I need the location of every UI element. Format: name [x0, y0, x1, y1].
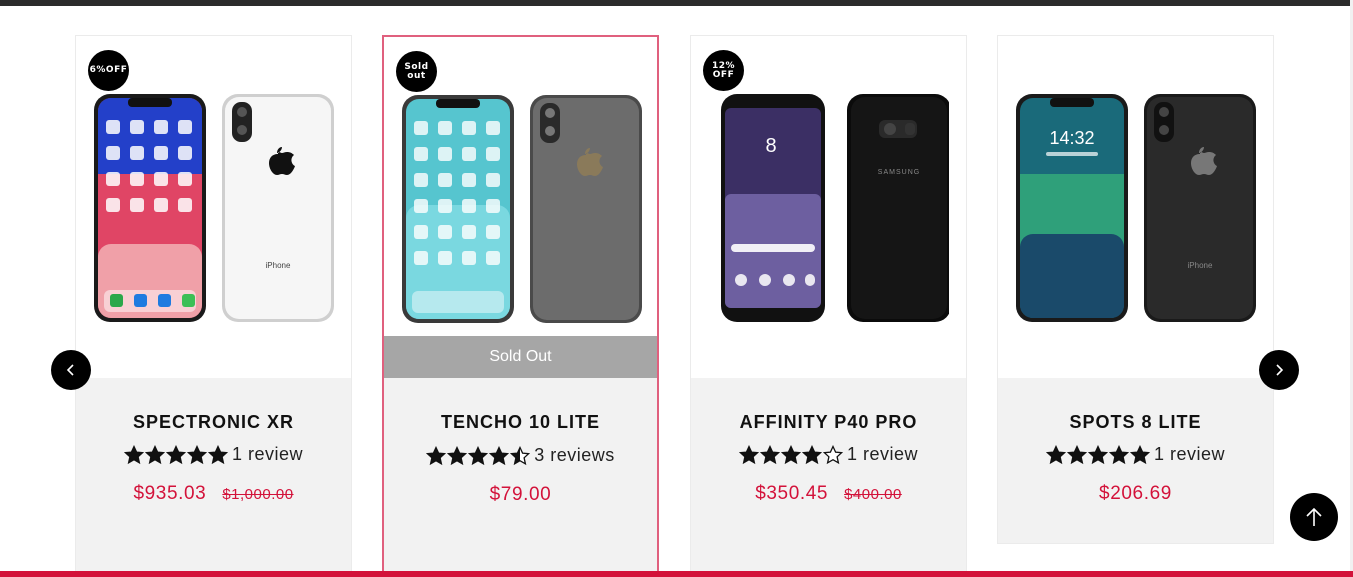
- star-rating: [738, 444, 843, 465]
- iphone-x-white-image: iPhone: [94, 94, 334, 322]
- star-full-icon: [1045, 444, 1066, 464]
- star-full-icon: [426, 445, 447, 465]
- star-full-icon: [447, 445, 468, 465]
- product-title[interactable]: SPECTRONIC XR: [76, 412, 351, 433]
- carousel-next-button[interactable]: [1259, 350, 1299, 390]
- iphone-x-gray-image: [402, 95, 642, 323]
- review-count[interactable]: 1 review: [1154, 444, 1225, 465]
- carousel-prev-button[interactable]: [51, 350, 91, 390]
- star-empty-icon: [822, 444, 843, 464]
- price-row: $935.03 $1,000.00: [76, 483, 351, 505]
- product-rating: 1 review: [691, 444, 966, 465]
- lock-screen-clock: 14:32: [1049, 128, 1094, 148]
- price-row: $206.69: [998, 483, 1273, 505]
- product-title[interactable]: TENCHO 10 LITE: [384, 412, 657, 433]
- chevron-left-icon: [66, 364, 74, 376]
- star-full-icon: [468, 445, 489, 465]
- product-title[interactable]: AFFINITY P40 PRO: [691, 412, 966, 433]
- star-full-icon: [1066, 444, 1087, 464]
- star-full-icon: [1087, 444, 1108, 464]
- review-count[interactable]: 1 review: [232, 444, 303, 465]
- iphone-label: iPhone: [1188, 261, 1213, 270]
- star-full-icon: [1129, 444, 1150, 464]
- footer-accent-bar: [0, 571, 1353, 577]
- star-full-icon: [738, 444, 759, 464]
- price-row: $79.00: [384, 484, 657, 506]
- compare-at-price: $1,000.00: [222, 486, 294, 503]
- back-to-top-button[interactable]: [1290, 493, 1338, 541]
- star-full-icon: [123, 444, 144, 464]
- home-clock: 8: [765, 135, 776, 157]
- product-title[interactable]: SPOTS 8 LITE: [998, 412, 1273, 433]
- star-full-icon: [489, 445, 510, 465]
- star-half-icon: [510, 445, 531, 465]
- discount-badge: 6%OFF: [88, 50, 129, 91]
- star-full-icon: [144, 444, 165, 464]
- sold-out-badge: Sold out: [396, 51, 437, 92]
- brand-label: SAMSUNG: [878, 169, 920, 176]
- product-card-spectronic-xr[interactable]: 6%OFF iPhone SPECTRONIC XR 1 review $935…: [75, 35, 352, 575]
- product-card-spots-8-lite[interactable]: 14:32 iPhone SPOTS 8 LITE 1 review $206.…: [997, 35, 1274, 544]
- star-full-icon: [1108, 444, 1129, 464]
- sale-price: $935.03: [133, 483, 207, 504]
- sale-price: $206.69: [1099, 483, 1172, 504]
- star-full-icon: [186, 444, 207, 464]
- samsung-galaxy-image: 8 SAMSUNG: [721, 94, 949, 322]
- star-full-icon: [780, 444, 801, 464]
- compare-at-price: $400.00: [844, 486, 902, 503]
- star-full-icon: [759, 444, 780, 464]
- discount-badge: 12% OFF: [703, 50, 744, 91]
- product-image[interactable]: 6%OFF iPhone: [76, 36, 351, 378]
- star-full-icon: [801, 444, 822, 464]
- product-rating: 1 review: [998, 444, 1273, 465]
- sale-price: $350.45: [755, 483, 829, 504]
- star-rating: [123, 444, 228, 465]
- iphone-x-black-image: 14:32 iPhone: [1016, 94, 1256, 322]
- header-bottom-edge: [0, 0, 1353, 6]
- star-rating: [426, 445, 531, 466]
- review-count[interactable]: 1 review: [847, 444, 918, 465]
- sale-price: $79.00: [489, 484, 552, 505]
- product-card-affinity-p40-pro[interactable]: 12% OFF 8 SAMSUNG AFFINITY P40 PRO 1 rev…: [690, 35, 967, 575]
- product-image[interactable]: 14:32 iPhone: [998, 36, 1273, 378]
- product-card-tencho-10-lite[interactable]: Sold out Sold Out TENCHO 10 LITE 3 revie…: [382, 35, 659, 575]
- chevron-right-icon: [1276, 364, 1284, 376]
- star-full-icon: [165, 444, 186, 464]
- iphone-label: iPhone: [266, 261, 291, 270]
- product-rating: 3 reviews: [384, 445, 657, 466]
- product-image[interactable]: 12% OFF 8 SAMSUNG: [691, 36, 966, 378]
- arrow-up-icon: [1306, 507, 1322, 526]
- review-count[interactable]: 3 reviews: [534, 445, 615, 466]
- product-rating: 1 review: [76, 444, 351, 465]
- product-image[interactable]: Sold out Sold Out: [384, 37, 657, 378]
- sold-out-overlay: Sold Out: [384, 336, 657, 378]
- price-row: $350.45 $400.00: [691, 483, 966, 505]
- star-full-icon: [207, 444, 228, 464]
- star-rating: [1045, 444, 1150, 465]
